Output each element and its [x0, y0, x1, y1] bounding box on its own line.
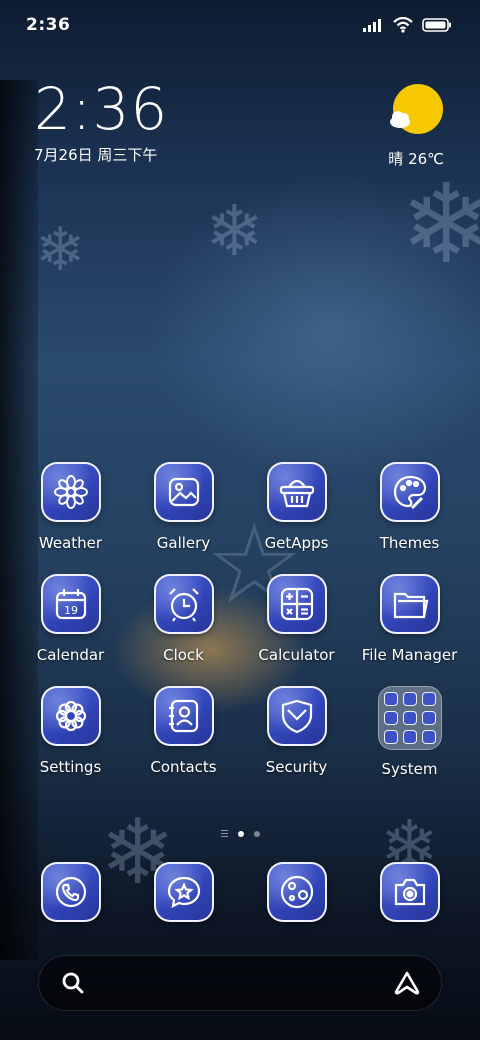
app-themes[interactable]: Themes — [353, 462, 466, 552]
status-icons — [362, 17, 452, 33]
snowflake-decoration: ❄ — [35, 215, 86, 285]
gear-icon — [55, 700, 86, 732]
app-contacts[interactable]: Contacts — [127, 686, 240, 778]
status-bar: 2:36 — [0, 0, 480, 50]
app-label: Weather — [38, 534, 103, 552]
app-icon-tile — [153, 862, 214, 922]
mini-app-icon — [383, 692, 398, 706]
folder-grid-icon — [377, 686, 442, 750]
palette-icon — [393, 475, 426, 510]
gallery-icon — [168, 477, 199, 507]
assistant-icon[interactable] — [393, 970, 421, 996]
app-label: Clock — [163, 646, 204, 664]
camera-icon — [394, 878, 425, 906]
basket-icon — [279, 479, 314, 508]
folder-icon — [393, 592, 428, 619]
weather-widget[interactable]: 晴 26℃ — [388, 84, 444, 169]
app-label: Contacts — [150, 758, 217, 776]
battery-icon — [422, 18, 451, 32]
app-label: Gallery — [156, 534, 211, 552]
app-gallery[interactable]: Gallery — [127, 462, 240, 552]
app-label: Calendar — [36, 646, 105, 664]
app-icon-tile — [40, 462, 101, 522]
search-icon[interactable] — [61, 971, 85, 995]
mini-app-icon — [402, 730, 417, 744]
page-dot — [253, 830, 260, 837]
mini-app-icon — [421, 730, 436, 744]
widget-date: 7月26日 周三下午 — [34, 146, 158, 164]
wifi-icon — [393, 17, 413, 33]
clock-widget[interactable]: 2:36 7月26日 周三下午 — [34, 78, 168, 165]
mini-app-icon — [402, 711, 417, 725]
app-label: GetApps — [264, 534, 329, 552]
app-icon-tile — [266, 686, 327, 746]
app-icon-tile — [266, 462, 327, 522]
search-bar[interactable] — [38, 955, 442, 1011]
app-icon-tile — [266, 862, 327, 922]
dock — [14, 862, 466, 922]
page-dot-active — [237, 830, 244, 837]
mini-app-icon — [421, 711, 436, 725]
app-icon-tile — [153, 574, 214, 634]
dock-browser[interactable] — [240, 862, 353, 922]
sunny-cloud-icon — [390, 84, 443, 134]
calculator-icon — [280, 587, 313, 621]
mini-app-icon — [383, 711, 398, 725]
snowflake-decoration: ❄ — [400, 160, 480, 288]
app-label: Security — [265, 758, 328, 776]
page-indicator[interactable] — [0, 830, 480, 837]
signal-icon — [363, 19, 381, 32]
app-label: File Manager — [361, 646, 458, 664]
widget-time: 2:36 — [34, 75, 169, 143]
dock-phone[interactable] — [14, 862, 127, 922]
calendar-icon: 19 — [55, 589, 86, 620]
calendar-day: 19 — [64, 604, 78, 617]
phone-icon — [55, 876, 86, 908]
browser-icon — [280, 875, 313, 909]
app-icon-tile — [153, 462, 214, 522]
app-calendar[interactable]: 19 Calendar — [14, 574, 127, 664]
app-icon-tile — [266, 574, 327, 634]
app-icon-tile: 19 — [40, 574, 101, 634]
mini-app-icon — [402, 692, 417, 706]
app-icon-tile — [379, 462, 440, 522]
app-label: System — [381, 760, 438, 778]
shield-icon — [281, 699, 312, 734]
app-icon-tile — [153, 686, 214, 746]
dock-camera[interactable] — [353, 862, 466, 922]
app-security[interactable]: Security — [240, 686, 353, 778]
app-icon-tile — [379, 574, 440, 634]
app-label: Calculator — [258, 646, 335, 664]
app-calculator[interactable]: Calculator — [240, 574, 353, 664]
mini-app-icon — [421, 692, 436, 706]
snowflake-decoration: ❄ — [205, 190, 264, 272]
status-time: 2:36 — [26, 15, 71, 35]
mini-app-icon — [383, 730, 398, 744]
snowflake-icon — [53, 475, 88, 509]
app-file-manager[interactable]: File Manager — [353, 574, 466, 664]
page-list-icon — [220, 830, 228, 837]
app-icon-tile — [379, 862, 440, 922]
app-settings[interactable]: Settings — [14, 686, 127, 778]
app-system-folder[interactable]: System — [353, 686, 466, 778]
app-grid: Weather Gallery GetApps Themes 19 Calend… — [14, 462, 466, 778]
app-clock[interactable]: Clock — [127, 574, 240, 664]
dock-messages[interactable] — [127, 862, 240, 922]
app-getapps[interactable]: GetApps — [240, 462, 353, 552]
app-icon-tile — [40, 686, 101, 746]
app-icon-tile — [40, 862, 101, 922]
app-label: Themes — [379, 534, 440, 552]
weather-text: 晴 26℃ — [388, 150, 444, 168]
alarm-clock-icon — [168, 588, 199, 622]
app-weather[interactable]: Weather — [14, 462, 127, 552]
contacts-icon — [168, 699, 198, 733]
message-icon — [167, 876, 200, 908]
app-label: Settings — [39, 758, 102, 776]
